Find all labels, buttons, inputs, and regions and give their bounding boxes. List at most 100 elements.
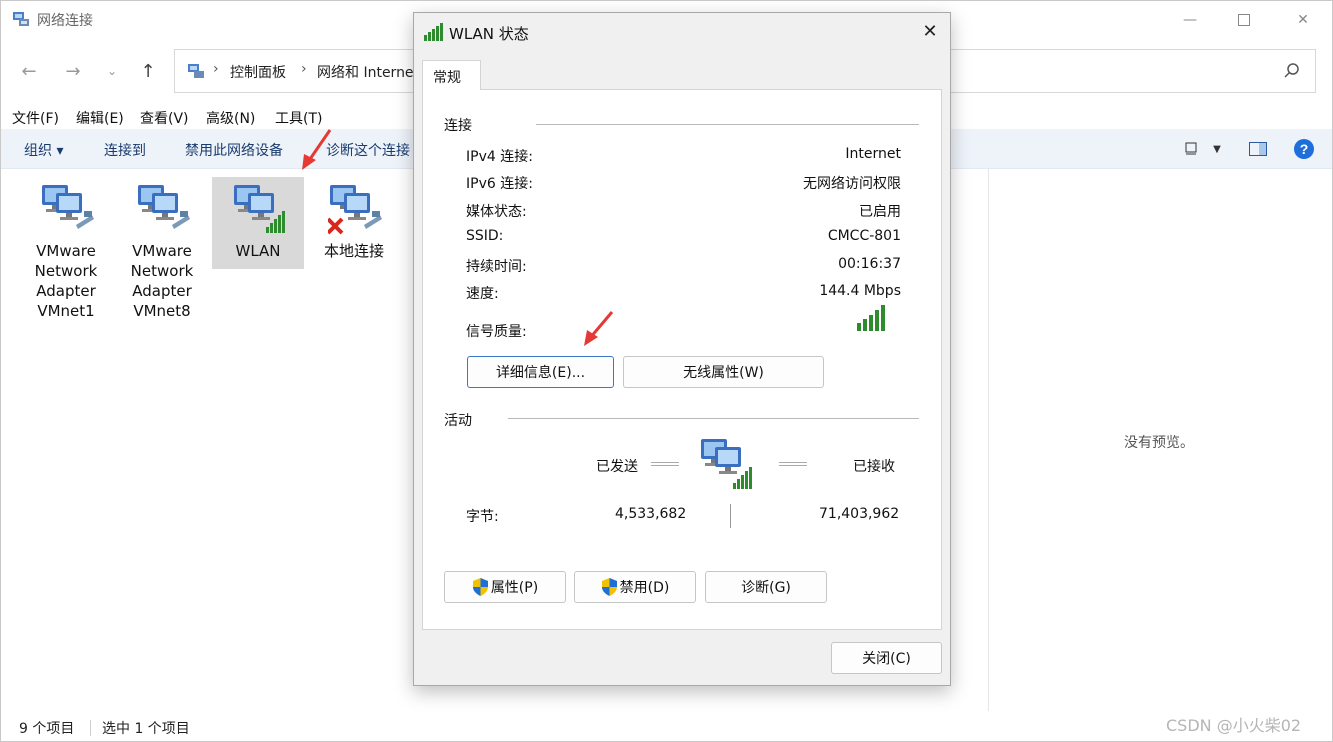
view-options-icon: [1185, 142, 1197, 155]
annotation-arrow-icon: [584, 311, 614, 346]
caret-down-icon: ▼: [1213, 143, 1221, 155]
network-item-label: WLAN: [235, 242, 281, 260]
breadcrumb-control-panel[interactable]: 控制面板: [230, 62, 286, 82]
arrow-up-icon: ↑: [140, 60, 156, 82]
menu-edit[interactable]: 编辑(E): [76, 108, 124, 128]
ssid-label: SSID:: [466, 228, 504, 244]
properties-label: 属性(P): [490, 580, 539, 596]
sent-label: 已发送: [596, 459, 638, 475]
close-icon: ✕: [922, 20, 938, 42]
item-count: 9 个项目: [19, 721, 75, 737]
signal-quality-label: 信号质量:: [466, 324, 527, 340]
sent-line: [651, 462, 679, 466]
arrow-right-icon: →: [65, 60, 81, 82]
maximize-button[interactable]: [1215, 1, 1273, 39]
disable-label: 禁用(D): [619, 580, 670, 596]
menu-tools[interactable]: 工具(T): [275, 108, 322, 128]
status-bar: 9 个项目 选中 1 个项目: [1, 713, 1332, 742]
window-close-button[interactable]: ✕: [1274, 1, 1332, 39]
close-icon: ✕: [1297, 12, 1309, 28]
network-item-local-connection[interactable]: 本地连接: [308, 177, 400, 269]
network-adapter-icon: [42, 185, 94, 229]
close-button[interactable]: 关闭(C): [831, 642, 942, 674]
preview-pane-message: 没有预览。: [1124, 435, 1194, 451]
annotation-arrow-icon: [302, 129, 332, 170]
group-divider: [536, 124, 919, 125]
window-title: 网络连接: [37, 13, 93, 29]
change-view-button[interactable]: [1179, 137, 1203, 161]
network-item-label: 本地连接: [323, 242, 384, 260]
dialog-close-button[interactable]: ✕: [918, 19, 942, 43]
bytes-sent-value: 4,533,682: [615, 506, 687, 522]
tab-general[interactable]: 常规: [422, 60, 481, 90]
diagnose-connection-button[interactable]: 诊断这个连接: [326, 140, 410, 160]
wlan-status-dialog: WLAN 状态 ✕ 常规 连接 IPv4 连接: Internet IPv6 连…: [413, 12, 951, 686]
minimize-button[interactable]: —: [1161, 1, 1219, 39]
details-button[interactable]: 详细信息(E)...: [467, 356, 614, 388]
wireless-network-icon: [234, 185, 285, 233]
disable-button[interactable]: 禁用(D): [574, 571, 696, 603]
preview-pane-button[interactable]: [1246, 137, 1270, 161]
wireless-activity-icon: [701, 439, 752, 489]
general-tab-panel: 连接 IPv4 连接: Internet IPv6 连接: 无网络访问权限 媒体…: [422, 89, 942, 630]
menu-view[interactable]: 查看(V): [140, 108, 189, 128]
uac-shield-icon: [472, 578, 488, 596]
media-state-label: 媒体状态:: [466, 204, 527, 220]
menu-advanced[interactable]: 高级(N): [206, 108, 255, 128]
search-icon[interactable]: [1283, 62, 1301, 80]
uac-shield-icon: [601, 578, 617, 596]
arrow-left-icon: ←: [21, 60, 37, 82]
duration-value: 00:16:37: [838, 256, 901, 272]
organize-button[interactable]: 组织 ▾: [24, 140, 63, 160]
minimize-icon: —: [1183, 12, 1197, 28]
selected-count: 选中 1 个项目: [102, 721, 190, 737]
forward-button[interactable]: →: [59, 59, 87, 83]
status-divider: [90, 720, 91, 736]
breadcrumb-separator-icon: ›: [213, 61, 219, 77]
recent-locations-button[interactable]: ⌄: [98, 59, 126, 83]
ipv4-label: IPv4 连接:: [466, 149, 533, 165]
activity-group-label: 活动: [444, 413, 472, 429]
bytes-divider: [730, 504, 731, 528]
help-icon: ?: [1294, 139, 1314, 159]
media-state-value: 已启用: [859, 204, 901, 220]
dialog-title: WLAN 状态: [449, 25, 529, 43]
network-item-vmnet8[interactable]: VMware Network Adapter VMnet8: [116, 177, 208, 320]
received-line: [779, 462, 807, 466]
bytes-received-value: 71,403,962: [819, 506, 900, 522]
network-item-wlan[interactable]: WLAN: [212, 177, 304, 269]
ipv6-value: 无网络访问权限: [803, 176, 901, 192]
duration-label: 持续时间:: [466, 259, 527, 275]
up-button[interactable]: ↑: [134, 59, 162, 83]
network-item-vmnet1[interactable]: VMware Network Adapter VMnet1: [20, 177, 112, 320]
ssid-value: CMCC-801: [827, 228, 901, 244]
bytes-label: 字节:: [466, 509, 499, 525]
preview-pane-icon: [1249, 142, 1267, 156]
signal-strength-icon: [424, 23, 443, 41]
ipv4-value: Internet: [845, 146, 901, 162]
connect-to-button[interactable]: 连接到: [104, 140, 146, 160]
speed-value: 144.4 Mbps: [819, 283, 901, 299]
help-button[interactable]: ?: [1292, 137, 1316, 161]
back-button[interactable]: ←: [15, 59, 43, 83]
properties-button[interactable]: 属性(P): [444, 571, 566, 603]
svg-text:?: ?: [1300, 141, 1309, 157]
view-dropdown-button[interactable]: ▼: [1205, 137, 1229, 161]
network-item-label: VMware Network Adapter VMnet8: [130, 242, 194, 320]
menu-file[interactable]: 文件(F): [12, 108, 59, 128]
speed-label: 速度:: [466, 286, 499, 302]
wireless-properties-button[interactable]: 无线属性(W): [623, 356, 824, 388]
network-item-label: VMware Network Adapter VMnet1: [34, 242, 98, 320]
disable-device-button[interactable]: 禁用此网络设备: [185, 140, 283, 160]
signal-quality-icon: [857, 305, 885, 331]
chevron-down-icon: ⌄: [106, 64, 118, 78]
group-divider: [508, 418, 919, 419]
diagnose-button[interactable]: 诊断(G): [705, 571, 827, 603]
received-label: 已接收: [853, 459, 895, 475]
network-adapter-disconnected-icon: [328, 185, 382, 235]
maximize-icon: [1238, 14, 1250, 26]
breadcrumb-network-internet[interactable]: 网络和 Interne: [317, 62, 414, 82]
control-panel-icon: [188, 64, 204, 78]
watermark: CSDN @小火柴02: [1166, 716, 1302, 735]
preview-pane-divider: [988, 169, 989, 711]
